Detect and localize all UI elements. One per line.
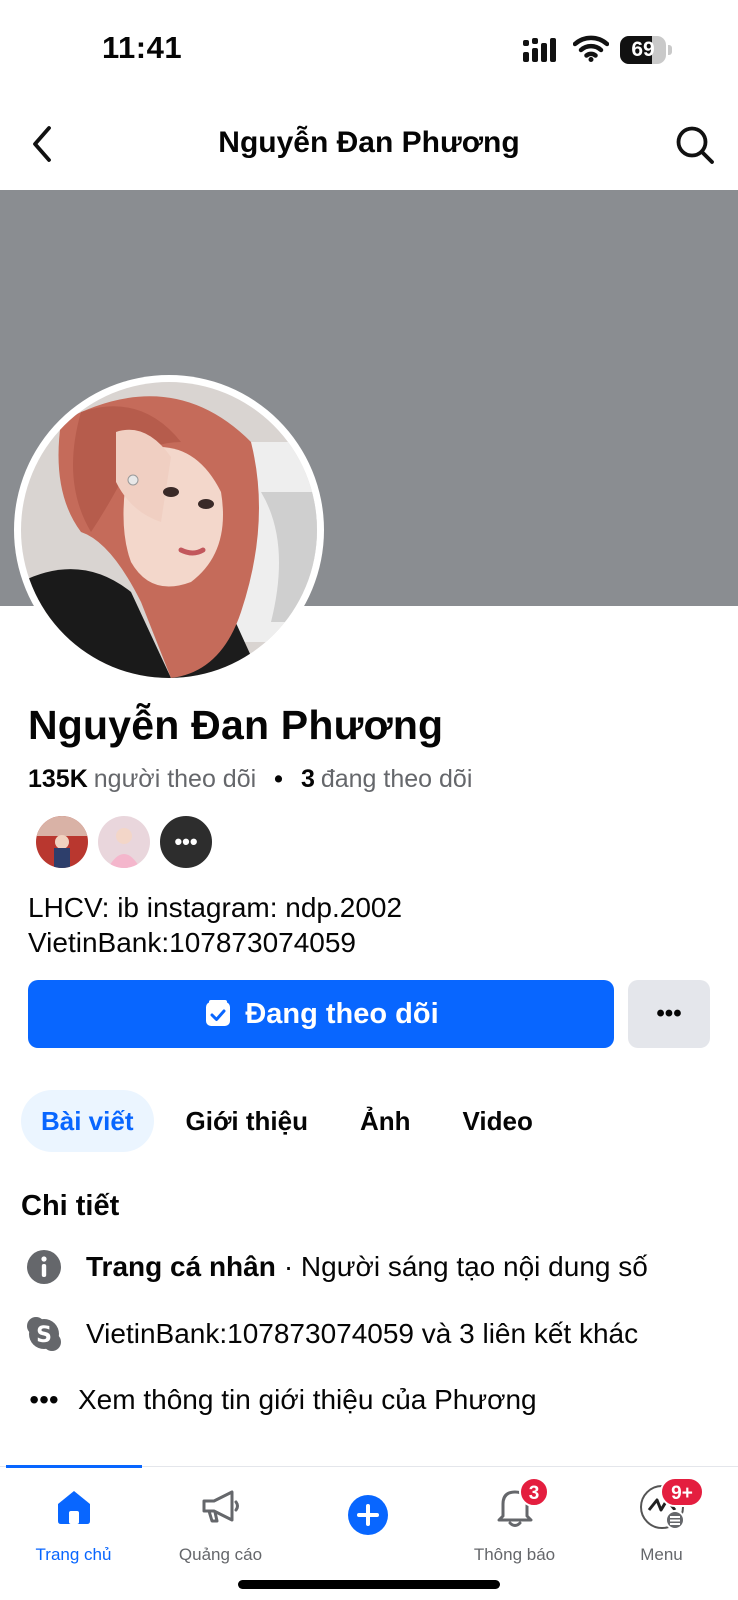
svg-text:S: S xyxy=(36,1323,52,1348)
battery-level: 69 xyxy=(631,38,655,61)
tabbar-ads[interactable]: Quảng cáo xyxy=(147,1467,294,1577)
following-button[interactable]: Đang theo dõi xyxy=(28,980,614,1048)
see-about-text: Xem thông tin giới thiệu của Phương xyxy=(78,1384,537,1415)
detail-row-links[interactable]: S VietinBank:107873074059 và 3 liên kết … xyxy=(24,1312,724,1356)
battery-icon: 69 xyxy=(620,36,672,64)
follow-stats: 135K người theo dõi • 3 đang theo dõi xyxy=(28,765,472,794)
back-chevron-icon xyxy=(33,126,51,162)
followers-label: người theo dõi xyxy=(93,765,257,793)
profile-name: Nguyễn Đan Phương xyxy=(28,702,444,748)
signal-icon xyxy=(523,38,556,62)
mutual-avatar[interactable] xyxy=(96,814,152,870)
plus-circle-icon xyxy=(344,1491,392,1539)
home-indicator xyxy=(238,1580,500,1589)
nav-bar: Nguyễn Đan Phương xyxy=(0,100,738,190)
detail-category: · Người sáng tạo nội dung số xyxy=(283,1251,648,1282)
info-icon xyxy=(24,1247,64,1287)
followers-count: 135K xyxy=(28,765,88,793)
tabbar-notifications[interactable]: 3 Thông báo xyxy=(441,1467,588,1577)
tab-photos[interactable]: Ảnh xyxy=(340,1090,431,1152)
bio-line: VietinBank:107873074059 xyxy=(28,927,357,958)
home-icon xyxy=(50,1483,98,1531)
followers-link[interactable]: 135K người theo dõi xyxy=(28,765,256,794)
profile-avatar[interactable] xyxy=(21,382,317,678)
megaphone-icon xyxy=(197,1483,245,1531)
detail-row-page-type: Trang cá nhân · Người sáng tạo nội dung … xyxy=(24,1245,724,1289)
profile-tabs: Bài viết Giới thiệu Ảnh Video xyxy=(21,1090,565,1152)
mutual-avatar[interactable] xyxy=(34,814,90,870)
tabbar-label: Menu xyxy=(640,1545,683,1564)
search-button[interactable] xyxy=(672,122,718,168)
following-link[interactable]: 3 đang theo dõi xyxy=(301,765,472,794)
search-icon xyxy=(676,126,714,164)
tab-posts[interactable]: Bài viết xyxy=(21,1090,154,1152)
tabbar-menu[interactable]: 9+ Menu xyxy=(588,1467,735,1577)
stats-separator: • xyxy=(274,765,283,793)
detail-links-text: VietinBank:107873074059 và 3 liên kết kh… xyxy=(86,1318,639,1349)
status-time: 11:41 xyxy=(102,30,183,65)
following-check-icon xyxy=(206,1000,231,1026)
status-bar: 11:41 69 xyxy=(0,0,738,100)
following-button-label: Đang theo dõi xyxy=(245,997,439,1030)
tabbar-label: Quảng cáo xyxy=(178,1545,263,1564)
tabbar-home[interactable]: Trang chủ xyxy=(0,1467,147,1577)
detail-row-see-about[interactable]: ••• Xem thông tin giới thiệu của Phương xyxy=(24,1378,724,1422)
more-mutuals-button[interactable]: ••• xyxy=(158,814,214,870)
following-label: đang theo dõi xyxy=(320,765,473,793)
details-title: Chi tiết xyxy=(21,1190,120,1222)
more-dots-icon: ••• xyxy=(29,1384,59,1415)
more-options-button[interactable]: ••• xyxy=(628,980,710,1048)
bottom-tab-bar: Trang chủ Quảng cáo 3 Thông báo 9+ Menu xyxy=(0,1465,738,1577)
tabbar-label: Trang chủ xyxy=(35,1545,112,1564)
tab-videos[interactable]: Video xyxy=(443,1090,553,1152)
menu-badge: 9+ xyxy=(660,1477,704,1507)
tab-about[interactable]: Giới thiệu xyxy=(166,1090,328,1152)
wifi-icon xyxy=(573,35,609,62)
tabbar-label: Thông báo xyxy=(473,1545,556,1564)
bio-line: LHCV: ib instagram: ndp.2002 xyxy=(28,892,403,923)
bio: LHCV: ib instagram: ndp.2002 VietinBank:… xyxy=(28,890,402,960)
back-button[interactable] xyxy=(22,122,62,166)
notifications-badge: 3 xyxy=(519,1477,549,1507)
nav-title: Nguyễn Đan Phương xyxy=(218,126,520,159)
detail-page-type: Trang cá nhân xyxy=(86,1251,276,1282)
mutual-followers[interactable]: ••• xyxy=(34,814,220,870)
following-count: 3 xyxy=(300,765,315,793)
tabbar-create[interactable] xyxy=(294,1467,441,1577)
skype-icon: S xyxy=(24,1314,64,1354)
